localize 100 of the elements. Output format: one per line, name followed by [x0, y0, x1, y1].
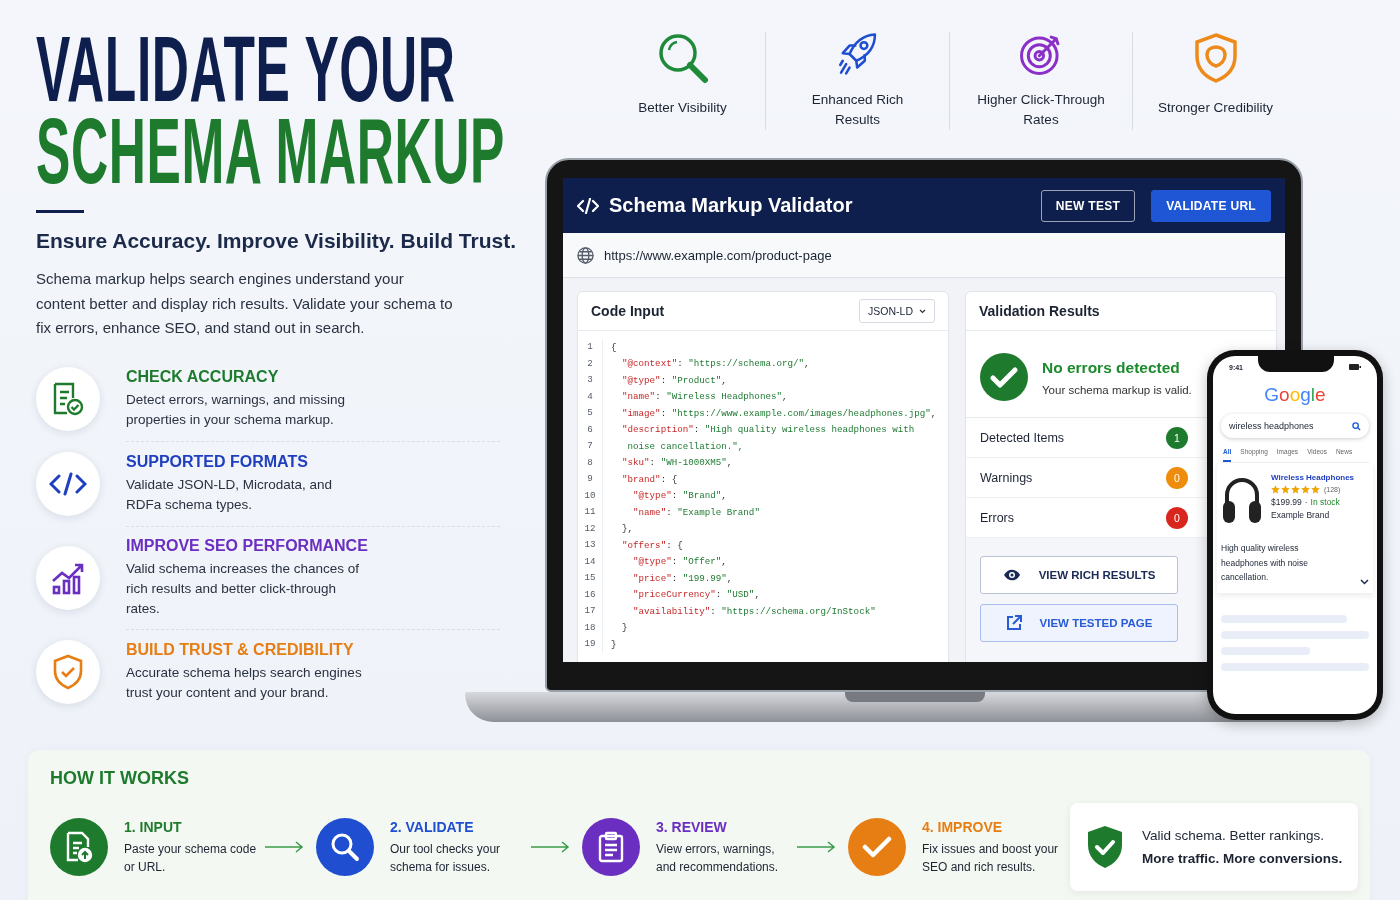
code-line: "name": "Example Brand"	[632, 506, 760, 518]
line-number: 7	[578, 438, 603, 455]
code-line: "sku": "WH-1000XM5",	[621, 457, 733, 469]
count-label: Warnings	[980, 470, 1033, 485]
validate-button[interactable]: VALIDATE URL	[1151, 189, 1271, 222]
count-label: Errors	[980, 510, 1015, 525]
line-number: 16	[578, 586, 603, 603]
step-title: 1. INPUT	[124, 818, 183, 835]
benefit-label: Better Visibility	[637, 99, 728, 117]
panel-title: Validation Results	[979, 303, 1100, 319]
shield-check-icon	[52, 653, 84, 690]
code-line: "brand": {	[621, 473, 678, 485]
code-line: "name": "Wireless Headphones",	[621, 391, 788, 403]
result-description: High quality wireless headphones with noise cancellation.	[1221, 542, 1309, 584]
external-link-icon	[1005, 615, 1022, 631]
feature-title: CHECK ACCURACY	[126, 367, 280, 386]
line-number: 11	[578, 504, 603, 521]
code-line: "image": "https://www.example.com/images/headphones.jpg",	[621, 407, 937, 419]
code-line: }	[611, 638, 617, 650]
code-line: "price": "199.99",	[632, 572, 733, 584]
headline: VALIDATE YOUR	[36, 28, 456, 110]
arrow-icon	[264, 841, 304, 853]
line-number: 13	[578, 537, 603, 554]
code-line: "@context": "https://schema.org/",	[621, 358, 810, 370]
section-title: HOW IT WORKS	[50, 768, 190, 789]
search-field[interactable]: wireless headphones	[1221, 414, 1369, 438]
success-check-icon	[980, 353, 1028, 401]
feature-text: Validate JSON-LD, Microdata, and RDFa schema types.	[126, 475, 334, 514]
line-number: 15	[578, 570, 603, 587]
code-line: },	[621, 523, 634, 535]
availability: In stock	[1310, 497, 1340, 507]
line-number: 5	[578, 405, 603, 422]
app-title: Schema Markup Validator	[609, 194, 854, 217]
line-number: 1	[578, 339, 603, 356]
count-badge: 0	[1166, 506, 1188, 529]
search-icon	[330, 832, 360, 862]
star-icon	[1271, 485, 1280, 494]
format-dropdown[interactable]: JSON-LD	[859, 299, 935, 323]
shield-check-icon	[1086, 825, 1124, 869]
benefit-label: Higher Click-Through Rates	[976, 91, 1106, 129]
tagline: Ensure Accuracy. Improve Visibility. Build Trust.	[36, 229, 517, 253]
summary-text: Valid schema. Better rankings.	[1142, 828, 1326, 843]
code-line: "priceCurrency": "USD",	[632, 589, 760, 601]
code-line: {	[611, 341, 617, 353]
result-title[interactable]: Wireless Headphones	[1271, 473, 1355, 482]
feature-text: Detect errors, warnings, and missing properties in your schema markup.	[126, 390, 347, 429]
eye-icon	[1002, 569, 1021, 581]
feature-text: Valid schema increases the chances of rich results and better click-through rates.	[126, 559, 361, 618]
new-test-button[interactable]: NEW TEST	[1040, 189, 1136, 222]
view-tested-page-button[interactable]: VIEW TESTED PAGE	[980, 604, 1178, 642]
status-title: No errors detected	[1042, 358, 1181, 377]
code-line: "@type": "Offer",	[632, 556, 727, 568]
line-number: 10	[578, 487, 603, 504]
code-line: "@type": "Brand",	[632, 490, 727, 502]
feature-text: Accurate schema helps search engines trust your content and your brand.	[126, 663, 363, 702]
line-number: 17	[578, 603, 603, 620]
url-text: https://www.example.com/product-page	[604, 247, 832, 263]
code-line: }	[621, 622, 628, 634]
line-number: 12	[578, 520, 603, 537]
line-number: 18	[578, 619, 603, 636]
arrow-icon	[796, 841, 836, 853]
clipboard-icon	[598, 831, 624, 863]
separator: ·	[1304, 497, 1308, 507]
view-rich-results-button[interactable]: VIEW RICH RESULTS	[980, 556, 1178, 594]
search-icon	[1352, 421, 1361, 431]
code-line: "offers": {	[621, 539, 683, 551]
summary-text: More traffic. More conversions.	[1142, 851, 1343, 866]
code-line: noise cancellation.",	[626, 440, 744, 452]
code-line: "@type": "Product",	[621, 374, 727, 386]
headline: SCHEMA MARKUP	[36, 110, 506, 192]
intro-text: Schema markup helps search engines understand your content better and display rich results. Validate your schema to fix errors, enhance SEO, and stand out in search.	[36, 269, 454, 338]
star-icon	[1311, 485, 1320, 494]
line-number: 2	[578, 355, 603, 372]
battery-icon	[1349, 364, 1361, 370]
line-number: 19	[578, 636, 603, 653]
step-title: 3. REVIEW	[656, 818, 728, 835]
star-icon	[1281, 485, 1290, 494]
step-text: Paste your schema code or URL.	[124, 840, 258, 876]
check-icon	[862, 835, 892, 859]
step-title: 4. IMPROVE	[922, 818, 1004, 835]
step-text: View errors, warnings, and recommendations.	[656, 840, 780, 876]
star-icon	[1301, 485, 1310, 494]
count-badge: 1	[1166, 426, 1188, 449]
search-logo: Google	[1263, 384, 1327, 406]
benefit-label: Enhanced Rich Results	[810, 91, 905, 129]
step-title: 2. VALIDATE	[390, 818, 475, 835]
chevron-down-icon	[1360, 578, 1369, 585]
count-label: Detected Items	[980, 430, 1065, 445]
document-check-icon	[51, 380, 85, 417]
star-icon	[1291, 485, 1300, 494]
magnifier-icon	[656, 32, 709, 84]
line-number: 3	[578, 372, 603, 389]
shield-icon	[1192, 32, 1239, 84]
code-icon	[49, 471, 87, 496]
arrow-icon	[530, 841, 570, 853]
chevron-down-icon	[919, 308, 926, 314]
line-number: 8	[578, 454, 603, 471]
line-number: 9	[578, 471, 603, 488]
step-text: Our tool checks your schema for issues.	[390, 840, 502, 876]
code-line: "availability": "https://schema.org/InStock"	[632, 605, 876, 617]
